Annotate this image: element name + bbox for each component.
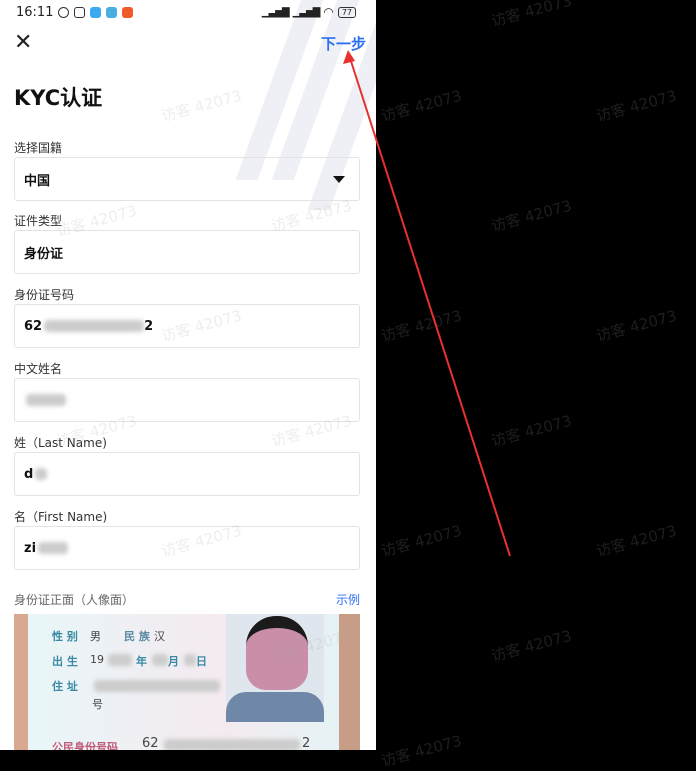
arrow-head — [343, 50, 355, 64]
arrow-line — [349, 57, 511, 557]
red-annotation-arrow — [343, 50, 511, 557]
